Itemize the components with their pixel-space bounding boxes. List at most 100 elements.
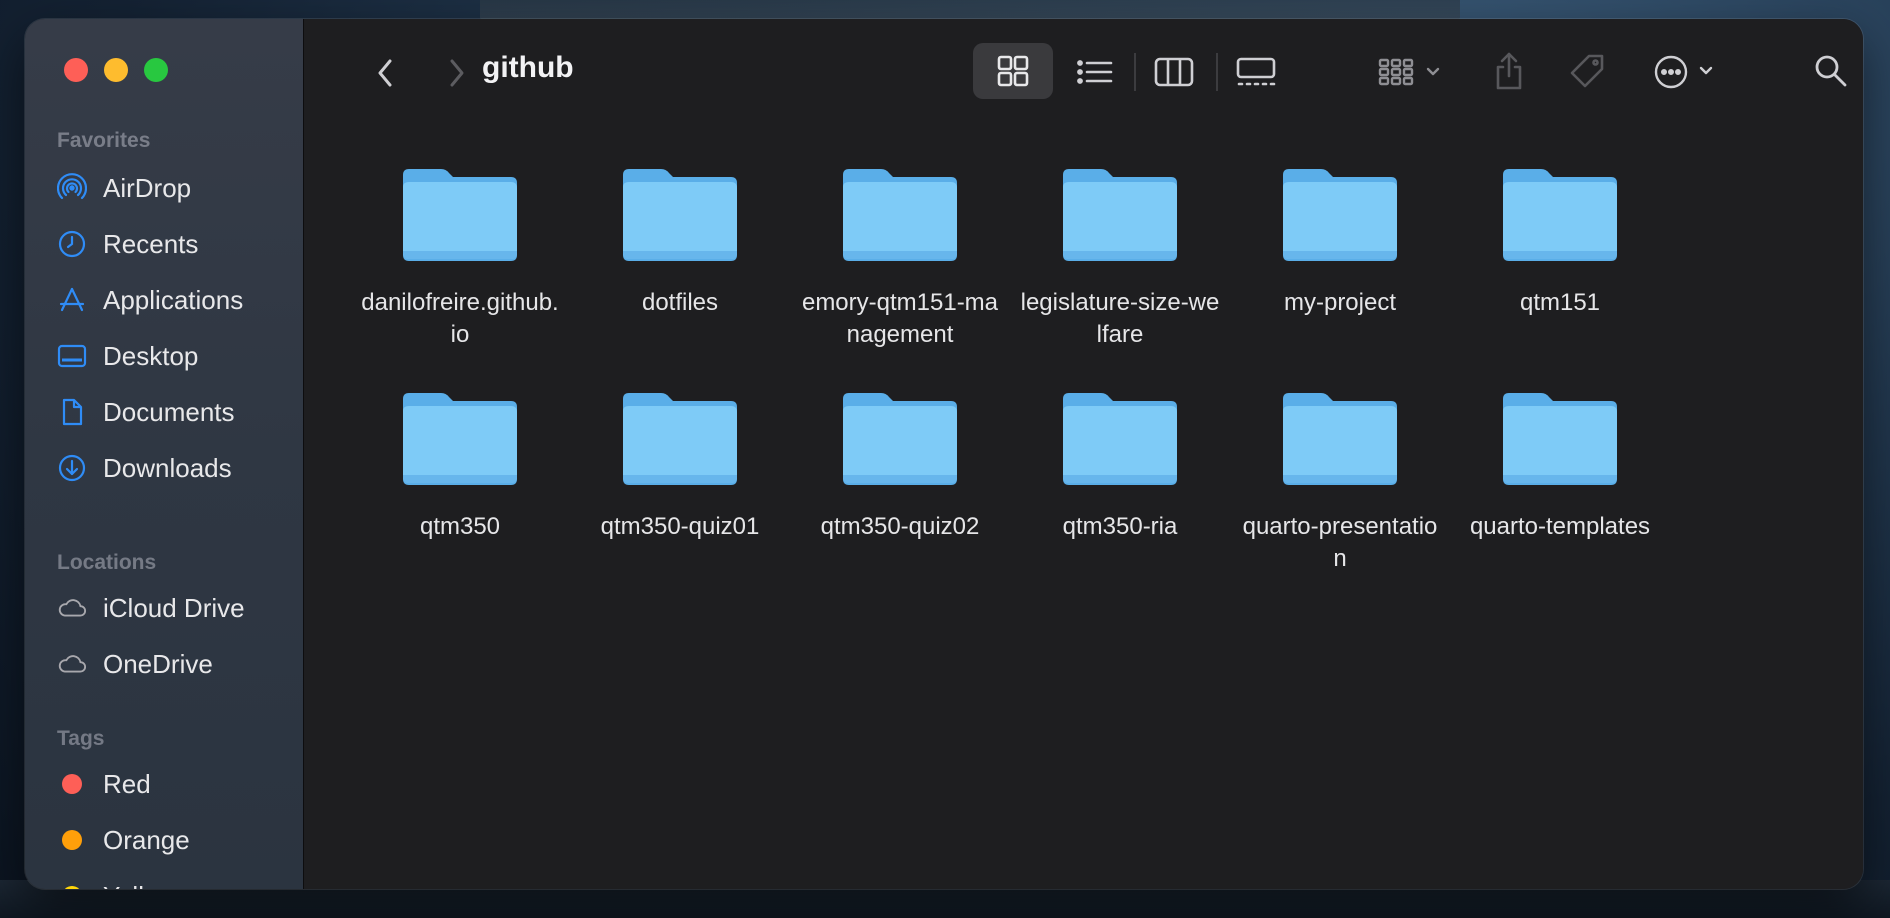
group-grid-icon [1378,58,1440,86]
sidebar-item-documents[interactable]: Documents [57,392,235,432]
sidebar-item-label: Applications [103,284,244,315]
close-button[interactable] [64,58,88,82]
sidebar-item-downloads[interactable]: Downloads [57,448,232,488]
tag-dot-icon [62,886,82,889]
window-title: github [482,51,574,84]
folder-icon [1283,393,1397,485]
sidebar-item-label: Yellow [103,881,177,890]
folder-icon [1063,393,1177,485]
folder-icon [843,393,957,485]
tag-dot-icon [62,830,82,850]
sidebar-item-onedrive[interactable]: OneDrive [57,644,213,684]
share-button[interactable] [1490,49,1528,93]
sidebar-tag-yellow[interactable]: Yellow [57,876,177,889]
sidebar-item-label: Desktop [103,340,199,371]
folder-item[interactable]: emory-qtm151-management [790,161,1010,351]
finder-window: Favorites AirDrop Recents Applications D… [25,19,1863,889]
document-icon [57,397,87,427]
folder-item[interactable]: dotfiles [570,161,790,319]
view-gallery-button[interactable] [1232,53,1280,91]
airdrop-icon [57,173,87,203]
cloud-icon [57,649,87,679]
folder-item[interactable]: qtm350-ria [1010,385,1230,543]
group-by-button[interactable] [1376,53,1456,91]
sidebar-item-label: iCloud Drive [103,592,245,623]
tag-icon [1570,54,1604,88]
folder-icon [1503,393,1617,485]
search-icon [1815,55,1847,87]
sidebar-item-icloud-drive[interactable]: iCloud Drive [57,588,245,628]
sidebar-item-label: Downloads [103,452,232,483]
folder-name: my-project [1283,289,1397,316]
sidebar-section-favorites: Favorites [57,129,151,152]
folder-name: quarto-presentation [1242,513,1438,572]
folder-item[interactable]: qtm151 [1450,161,1670,319]
sidebar-item-label: Recents [103,228,199,259]
folder-name: danilofreire.github.io [361,289,559,348]
sidebar-tag-orange[interactable]: Orange [57,820,190,860]
sidebar-item-label: AirDrop [103,172,192,203]
sidebar-item-label: OneDrive [103,648,213,679]
sidebar-section-locations: Locations [57,551,157,574]
zoom-button[interactable] [144,58,168,82]
folder-item[interactable]: qtm350-quiz01 [570,385,790,543]
folder-name: qtm350-ria [1062,513,1178,540]
sidebar-item-desktop[interactable]: Desktop [57,336,198,376]
folder-item[interactable]: quarto-presentation [1230,385,1450,575]
sidebar-item-label: Red [103,768,151,799]
folder-name: qtm350-quiz02 [820,513,980,540]
applications-icon [57,285,87,315]
sidebar-tag-red[interactable]: Red [57,764,151,804]
chevron-left-icon [378,59,392,87]
sidebar-item-recents[interactable]: Recents [57,224,198,264]
folder-item[interactable]: legislature-size-welfare [1010,161,1230,351]
folder-name: quarto-templates [1469,513,1651,540]
folder-name: legislature-size-welfare [1020,289,1220,348]
sidebar-item-label: Documents [103,396,235,427]
cloud-icon [57,593,87,623]
sidebar-section-tags: Tags [57,727,105,750]
desktop-icon [57,341,87,371]
search-button[interactable] [1811,51,1851,91]
folder-icon [623,393,737,485]
sidebar: Favorites AirDrop Recents Applications D… [25,19,304,889]
folder-item[interactable]: quarto-templates [1450,385,1670,543]
toolbar-separator [1216,53,1218,91]
chevron-right-icon [450,59,464,87]
folder-name: qtm350-quiz01 [600,513,760,540]
tag-dot-icon [62,774,82,794]
column-view-icon [1154,57,1194,87]
view-list-button[interactable] [1071,53,1119,91]
gallery-view-icon [1236,57,1276,86]
view-icon-button[interactable] [973,43,1053,99]
more-actions-button[interactable] [1652,51,1724,93]
folder-name: emory-qtm151-management [801,289,999,348]
folder-item[interactable]: my-project [1230,161,1450,319]
clock-icon [57,229,87,259]
folder-item[interactable]: qtm350 [350,385,570,543]
folder-icon [403,393,517,485]
view-columns-button[interactable] [1150,53,1198,91]
folder-icon [843,169,957,261]
folder-icon [1063,169,1177,261]
main-content: github danilofreire.github.io dotfiles e… [304,19,1863,889]
folder-name: qtm151 [1519,289,1601,316]
folder-item[interactable]: qtm350-quiz02 [790,385,1010,543]
folder-icon [1503,169,1617,261]
back-button[interactable] [369,55,401,91]
share-icon [1496,52,1522,90]
minimize-button[interactable] [104,58,128,82]
sidebar-item-applications[interactable]: Applications [57,280,243,320]
sidebar-item-airdrop[interactable]: AirDrop [57,168,191,208]
folder-name: qtm350 [419,513,501,540]
toolbar: github [304,19,1863,119]
folder-icon [623,169,737,261]
download-icon [57,453,87,483]
toolbar-separator [1134,53,1136,91]
folder-name: dotfiles [641,289,719,316]
folder-item[interactable]: danilofreire.github.io [350,161,570,351]
icon-view-icon [997,55,1029,87]
forward-button[interactable] [441,55,473,91]
sidebar-item-label: Orange [103,824,190,855]
tags-button[interactable] [1566,51,1608,93]
